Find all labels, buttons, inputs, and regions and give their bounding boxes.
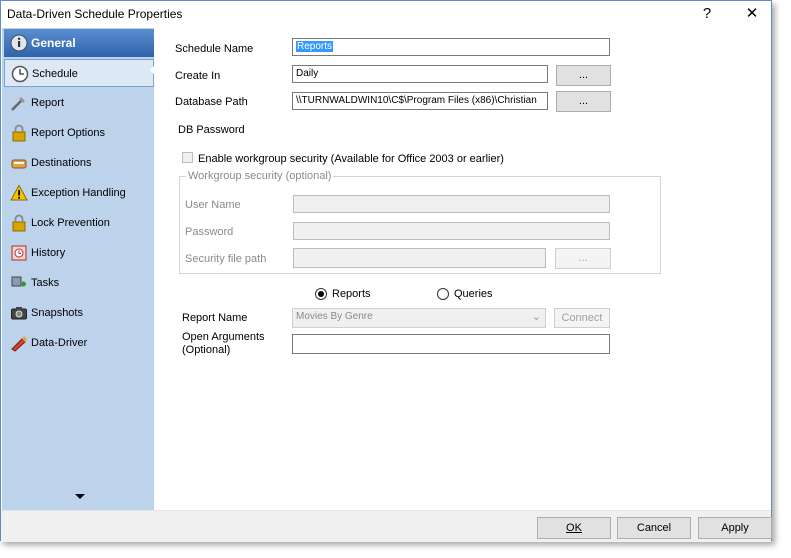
title-bar: Data-Driven Schedule Properties ? ✕ — [1, 1, 771, 28]
sidebar-item-label: Snapshots — [31, 307, 83, 319]
password-input[interactable] — [293, 222, 610, 240]
sidebar-item-label: General — [31, 36, 76, 50]
report-name-value: Movies By Genre — [296, 311, 373, 322]
sidebar-item-report[interactable]: Report — [4, 89, 154, 117]
close-button[interactable]: ✕ — [738, 3, 766, 25]
security-file-browse-button[interactable]: ... — [555, 248, 611, 269]
database-path-browse-button[interactable]: ... — [556, 91, 611, 112]
sidebar-item-data-driver[interactable]: Data-Driver — [4, 329, 154, 357]
data-driver-icon — [11, 336, 27, 352]
connect-button[interactable]: Connect — [554, 308, 610, 328]
report-name-label: Report Name — [182, 312, 248, 324]
schedule-name-label: Schedule Name — [175, 43, 254, 55]
schedule-name-value: Reports — [296, 41, 334, 52]
window-title: Data-Driven Schedule Properties — [7, 7, 183, 21]
history-icon — [11, 245, 27, 261]
sidebar-item-label: Destinations — [31, 157, 92, 169]
destination-icon — [11, 159, 27, 169]
report-icon — [11, 97, 25, 111]
ok-button-label: OK — [566, 522, 582, 534]
reports-radio[interactable] — [315, 288, 327, 300]
sidebar-item-label: Exception Handling — [31, 187, 126, 199]
sidebar-item-label: Tasks — [31, 277, 60, 289]
sidebar-item-destinations[interactable]: Destinations — [4, 149, 154, 177]
clock-icon — [11, 65, 29, 83]
database-path-input[interactable]: \\TURNWALDWIN10\C$\Program Files (x86)\C… — [292, 92, 548, 110]
open-arguments-label: Open Arguments — [182, 331, 265, 343]
ok-button[interactable]: OK — [537, 517, 611, 539]
queries-radio[interactable] — [437, 288, 449, 300]
apply-button-label: Apply — [721, 522, 749, 534]
sidebar-item-snapshots[interactable]: Snapshots — [4, 299, 154, 327]
password-label: Password — [185, 226, 234, 238]
open-arguments-optional-label: (Optional) — [182, 344, 231, 356]
apply-button[interactable]: Apply — [698, 517, 772, 539]
sidebar: General Schedule Report Report Options D… — [2, 28, 157, 510]
create-in-input[interactable]: Daily — [292, 65, 548, 83]
dialog-footer: OK Cancel Apply — [1, 510, 772, 542]
schedule-name-input[interactable]: Reports — [292, 38, 610, 56]
help-button[interactable]: ? — [693, 3, 721, 25]
sidebar-item-schedule[interactable]: Schedule — [4, 59, 154, 87]
sidebar-item-label: Report — [31, 97, 65, 109]
general-panel: Schedule Name Reports Create In Daily ..… — [154, 28, 771, 510]
workgroup-security-checkbox[interactable] — [182, 152, 193, 163]
security-file-input[interactable] — [293, 248, 546, 268]
scroll-down-icon[interactable] — [75, 494, 85, 499]
db-password-label: DB Password — [178, 124, 245, 136]
queries-radio-label: Queries — [454, 288, 493, 300]
reports-radio-label: Reports — [332, 288, 371, 300]
camera-icon — [11, 307, 27, 320]
lock-icon — [12, 124, 26, 142]
sidebar-item-label: Data-Driver — [31, 337, 88, 349]
lock-icon — [12, 214, 26, 232]
tasks-icon — [11, 276, 26, 287]
workgroup-group-title: Workgroup security (optional) — [186, 170, 334, 182]
sidebar-item-label: History — [31, 247, 66, 259]
sidebar-item-report-options[interactable]: Report Options — [4, 119, 154, 147]
sidebar-item-label: Lock Prevention — [31, 217, 110, 229]
report-name-select[interactable]: Movies By Genre ⌄ — [292, 308, 546, 328]
workgroup-security-group: Workgroup security (optional) User Name … — [179, 170, 661, 274]
dialog-window: Data-Driven Schedule Properties ? ✕ Gene… — [0, 0, 772, 542]
warning-icon — [10, 184, 28, 201]
sidebar-item-tasks[interactable]: Tasks — [4, 269, 154, 297]
database-path-label: Database Path — [175, 96, 248, 108]
sidebar-item-lock-prevention[interactable]: Lock Prevention — [4, 209, 154, 237]
info-icon — [10, 34, 28, 52]
workgroup-security-label: Enable workgroup security (Available for… — [198, 153, 504, 165]
sidebar-item-general[interactable]: General — [4, 29, 154, 57]
security-file-label: Security file path — [185, 253, 267, 265]
create-in-browse-button[interactable]: ... — [556, 65, 611, 86]
cancel-button-label: Cancel — [636, 522, 672, 534]
user-name-label: User Name — [185, 199, 241, 211]
user-name-input[interactable] — [293, 195, 610, 213]
sidebar-item-exception-handling[interactable]: Exception Handling — [4, 179, 154, 207]
create-in-label: Create In — [175, 70, 221, 82]
sidebar-item-label: Report Options — [31, 127, 105, 139]
sidebar-item-history[interactable]: History — [4, 239, 154, 267]
sidebar-item-label: Schedule — [32, 68, 78, 80]
cancel-button[interactable]: Cancel — [617, 517, 691, 539]
chevron-down-icon: ⌄ — [531, 311, 541, 323]
open-arguments-input[interactable] — [292, 334, 610, 354]
